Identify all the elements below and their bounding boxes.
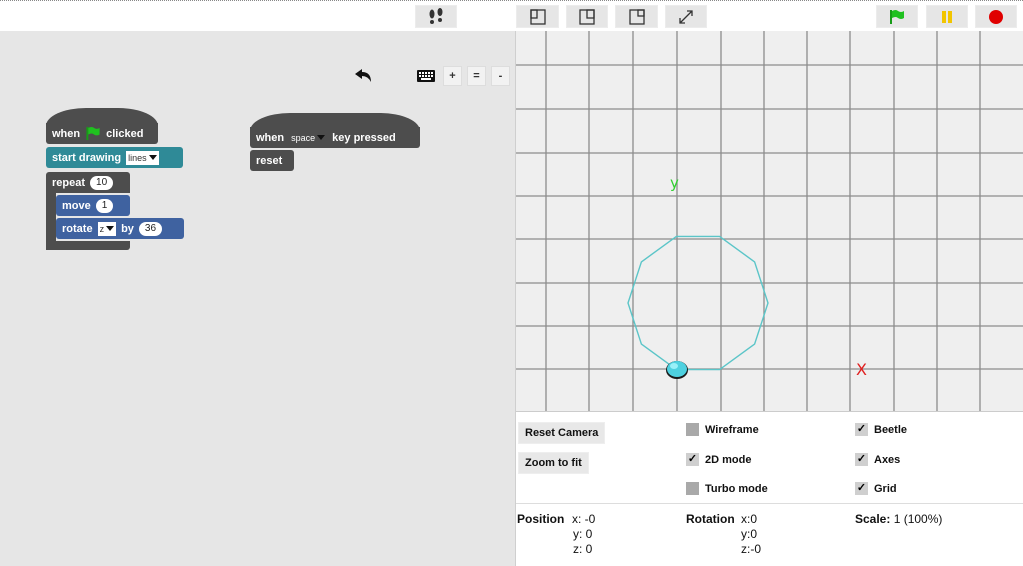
wireframe-label: Wireframe <box>705 423 759 436</box>
fullscreen-button[interactable] <box>665 5 707 28</box>
layout-small-stage-icon <box>628 8 645 25</box>
keyboard-button[interactable] <box>414 66 438 86</box>
axes-label: Axes <box>874 453 901 466</box>
key-dropdown[interactable]: space <box>289 130 328 145</box>
green-flag-button[interactable] <box>876 5 918 28</box>
rotation-z: z:-0 <box>741 542 762 556</box>
controls-separator <box>516 503 1023 504</box>
x-axis-label: X <box>856 360 867 379</box>
move-block[interactable]: move 1 <box>56 195 130 216</box>
beetle-icon <box>666 361 688 379</box>
when-key-pressed-block[interactable]: when space key pressed <box>250 127 420 148</box>
zoom-to-fit-button[interactable]: Zoom to fit <box>518 452 589 474</box>
stop-icon <box>989 9 1003 24</box>
beetle-checkbox[interactable]: ✓ Beetle <box>855 423 907 436</box>
rotate-label: rotate <box>62 222 93 235</box>
rotation-x: x:0 <box>741 512 758 526</box>
layout-small-stage-button[interactable] <box>615 5 658 28</box>
axes-checkbox-box[interactable]: ✓ <box>855 453 868 466</box>
rotation-label: Rotation <box>686 512 735 526</box>
2d-mode-checkbox-box[interactable]: ✓ <box>686 453 699 466</box>
undo-button[interactable] <box>350 66 376 86</box>
draw-mode-value: lines <box>128 152 147 163</box>
keyboard-icon <box>417 70 435 82</box>
footprints-button[interactable] <box>415 5 457 28</box>
reset-zoom-button[interactable]: = <box>467 66 486 86</box>
position-x: x: -0 <box>572 512 596 526</box>
reset-label: reset <box>256 154 283 167</box>
chevron-down-icon <box>317 135 326 140</box>
position-readout: Position <box>517 512 564 526</box>
axes-checkbox[interactable]: ✓ Axes <box>855 453 900 466</box>
turbo-mode-label: Turbo mode <box>705 482 768 495</box>
green-flag-icon <box>86 126 100 141</box>
rotation-readout: Rotation <box>686 512 735 526</box>
reset-block[interactable]: reset <box>250 150 294 171</box>
turbo-mode-checkbox-box[interactable] <box>686 482 699 495</box>
layout-right-button[interactable] <box>566 5 608 28</box>
2d-mode-label: 2D mode <box>705 453 752 466</box>
fullscreen-icon <box>679 9 693 24</box>
rotation-y: y:0 <box>741 527 758 541</box>
rotate-axis-dropdown[interactable]: z <box>97 221 117 236</box>
stage-controls-panel: Reset Camera Zoom to fit Wireframe ✓ 2D … <box>516 411 1023 566</box>
repeat-block[interactable]: repeat 10 <box>46 172 130 193</box>
2d-mode-checkbox[interactable]: ✓ 2D mode <box>686 453 751 466</box>
wireframe-checkbox[interactable]: Wireframe <box>686 423 759 436</box>
scale-label: Scale: <box>855 512 891 526</box>
grid <box>516 31 1023 411</box>
key-value: space <box>291 132 316 143</box>
beetle-label: Beetle <box>874 423 908 436</box>
grid-checkbox[interactable]: ✓ Grid <box>855 482 897 495</box>
start-drawing-block[interactable]: start drawing lines <box>46 147 183 168</box>
layout-right-icon <box>579 8 595 25</box>
repeat-label: repeat <box>52 176 86 189</box>
scale-readout: Scale: 1 (100%) <box>855 512 942 526</box>
key-pressed-label: key pressed <box>332 131 396 144</box>
stage-canvas: y X <box>516 31 1023 411</box>
when-label: when <box>52 127 81 140</box>
wireframe-checkbox-box[interactable] <box>686 423 699 436</box>
beetle-checkbox-box[interactable]: ✓ <box>855 423 868 436</box>
footprints-icon <box>429 7 443 24</box>
undo-icon <box>355 69 371 82</box>
move-label: move <box>62 199 91 212</box>
scripts-area[interactable]: + = - when clicked start drawing lines r… <box>0 31 515 566</box>
position-z: z: 0 <box>573 542 593 556</box>
move-steps-input[interactable]: 1 <box>95 198 114 213</box>
position-label: Position <box>517 512 565 526</box>
reset-camera-button[interactable]: Reset Camera <box>518 422 606 444</box>
pause-icon <box>942 10 952 23</box>
stop-button[interactable] <box>975 5 1017 28</box>
layout-left-icon <box>529 8 546 25</box>
chevron-down-icon <box>106 226 115 231</box>
rotate-block[interactable]: rotate z by 36 <box>56 218 184 239</box>
top-toolbar <box>0 0 1023 31</box>
by-label: by <box>121 222 134 235</box>
draw-mode-dropdown[interactable]: lines <box>126 150 159 165</box>
layout-left-button[interactable] <box>516 5 559 28</box>
green-flag-icon <box>890 9 904 24</box>
grid-label: Grid <box>874 482 897 495</box>
position-y: y: 0 <box>573 527 593 541</box>
turbo-mode-checkbox[interactable]: Turbo mode <box>686 482 768 495</box>
when-label: when <box>256 131 285 144</box>
repeat-count-input[interactable]: 10 <box>90 175 114 190</box>
start-drawing-label: start drawing <box>52 151 122 164</box>
clicked-label: clicked <box>106 127 144 140</box>
rotate-degrees-input[interactable]: 36 <box>138 221 163 236</box>
scale-value: 1 (100%) <box>893 512 943 526</box>
y-axis-label: y <box>670 174 679 192</box>
chevron-down-icon <box>148 155 157 160</box>
zoom-out-button[interactable]: - <box>491 66 510 86</box>
stage-3d-view[interactable]: y X <box>516 31 1023 411</box>
repeat-block-bottom <box>46 241 130 250</box>
drawing-trail <box>627 235 769 371</box>
rotate-axis-value: z <box>99 223 105 234</box>
when-flag-clicked-block[interactable]: when clicked <box>46 123 158 144</box>
pause-button[interactable] <box>926 5 968 28</box>
grid-checkbox-box[interactable]: ✓ <box>855 482 868 495</box>
zoom-in-button[interactable]: + <box>443 66 462 86</box>
